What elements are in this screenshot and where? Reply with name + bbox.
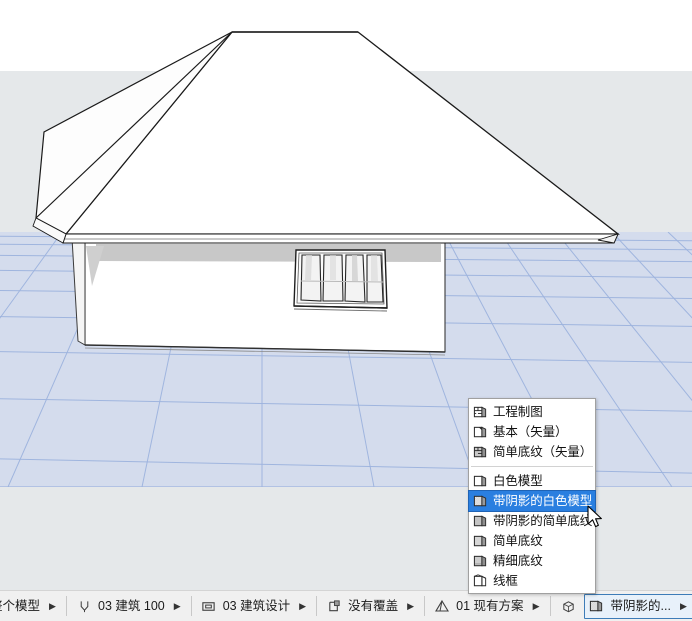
status-divider: [190, 596, 192, 616]
wireframe-icon: [471, 572, 490, 590]
house-outline-icon: [432, 596, 452, 616]
menu-item-label: 白色模型: [493, 474, 543, 488]
visibility-box-icon: [324, 596, 344, 616]
status-scale-selector[interactable]: 03 建筑 100 ▶: [70, 591, 188, 621]
menu-item-label: 带阴影的白色模型: [493, 494, 593, 508]
status-phase-selector[interactable]: 01 现有方案 ▶: [428, 591, 546, 621]
status-divider: [549, 596, 551, 616]
status-divider: [66, 596, 68, 616]
menu-item-fine-shading[interactable]: 精细底纹: [469, 551, 595, 571]
render-style-context-menu[interactable]: 工程制图 基本（矢量） 简单底纹（矢量） 白色模型 带阴影的白色模型 带阴影的简…: [468, 398, 596, 594]
engineering-drawing-icon: [471, 403, 490, 421]
simple-shading-vector-icon: [471, 443, 490, 461]
status-visual-style-selector[interactable]: 带阴影的... ▶: [583, 593, 692, 619]
menu-item-label: 简单底纹（矢量）: [493, 445, 593, 459]
white-model-icon: [471, 472, 490, 490]
menu-item-label: 简单底纹: [493, 534, 543, 548]
status-scale-label: 03 建筑 100: [98, 598, 165, 613]
status-override-selector[interactable]: 没有覆盖 ▶: [320, 591, 421, 621]
menu-item-engineering-drawing[interactable]: 工程制图: [469, 402, 595, 422]
chevron-right-icon[interactable]: ▶: [171, 591, 184, 621]
application-window: 工程制图 基本（矢量） 简单底纹（矢量） 白色模型 带阴影的白色模型 带阴影的简…: [0, 0, 692, 621]
simple-shading-icon: [471, 532, 490, 550]
status-detail-level-label: 03 建筑设计: [222, 598, 291, 613]
status-override-label: 没有覆盖: [348, 598, 399, 613]
menu-item-simple-shading[interactable]: 简单底纹: [469, 531, 595, 551]
shaded-white-model-icon: [471, 492, 490, 510]
menu-item-white-model[interactable]: 白色模型: [469, 471, 595, 491]
building-walls: [71, 237, 446, 356]
chevron-right-icon[interactable]: ▶: [677, 595, 690, 618]
chevron-right-icon[interactable]: ▶: [296, 591, 309, 621]
menu-item-label: 带阴影的简单底纹: [493, 514, 593, 528]
cube-icon[interactable]: [559, 596, 579, 616]
status-cube-toggle[interactable]: [554, 591, 584, 621]
menu-item-shaded-white-model[interactable]: 带阴影的白色模型: [468, 490, 596, 512]
menu-item-shaded-simple-shading[interactable]: 带阴影的简单底纹: [469, 511, 595, 531]
hip-roof: [32, 31, 620, 244]
menu-item-label: 精细底纹: [493, 554, 543, 568]
menu-item-label: 线框: [493, 574, 518, 588]
status-detail-level-selector[interactable]: 03 建筑设计 ▶: [195, 591, 313, 621]
status-visual-style-label: 带阴影的...: [610, 598, 671, 613]
menu-divider: [471, 466, 593, 467]
menu-item-wireframe[interactable]: 线框: [469, 571, 595, 591]
section-pin-icon: [74, 596, 94, 616]
menu-item-basic-vector[interactable]: 基本（矢量）: [469, 422, 595, 442]
fine-shading-icon: [471, 552, 490, 570]
menu-item-label: 基本（矢量）: [493, 425, 568, 439]
status-divider: [316, 596, 318, 616]
window-assembly: [293, 249, 388, 312]
shaded-simple-shading-icon: [471, 512, 490, 530]
status-scope-label: 整个模型: [0, 598, 41, 613]
shaded-white-model-icon: [587, 596, 607, 616]
status-scope-selector[interactable]: 整个模型 ▶: [0, 591, 63, 621]
status-divider: [424, 596, 426, 616]
menu-item-simple-shading-vector[interactable]: 简单底纹（矢量）: [469, 442, 595, 462]
chevron-right-icon[interactable]: ▶: [46, 591, 59, 621]
chevron-right-icon[interactable]: ▶: [530, 591, 543, 621]
menu-item-label: 工程制图: [493, 405, 543, 419]
status-bar: 整个模型 ▶ 03 建筑 100 ▶ 03 建筑设计: [0, 590, 692, 621]
basic-vector-icon: [471, 423, 490, 441]
view-frame-icon: [199, 596, 219, 616]
chevron-right-icon[interactable]: ▶: [404, 591, 417, 621]
status-phase-label: 01 现有方案: [456, 598, 524, 613]
